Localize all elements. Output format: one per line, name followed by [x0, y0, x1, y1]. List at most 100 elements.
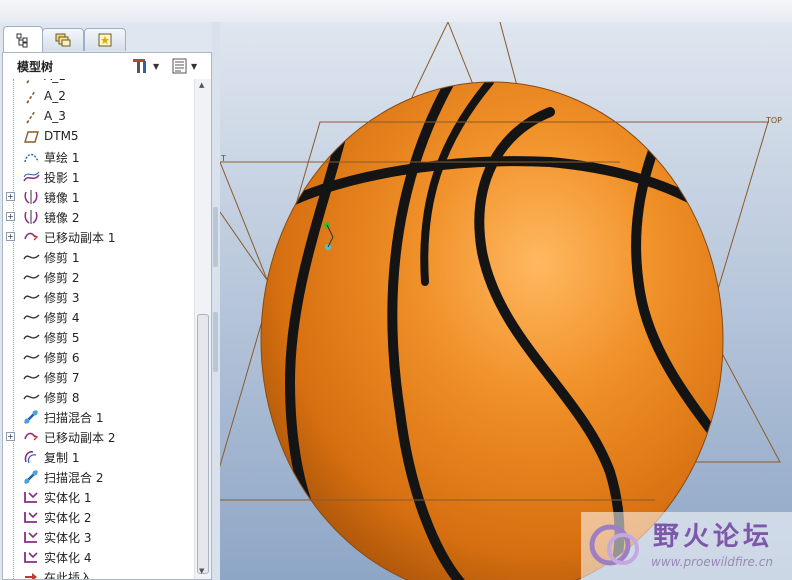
tree-list: A_1 A_2 A_3 DTM5 草绘 1 投影 1 + 镜像 1 + 镜像 2 + 已移动副本 1 修…	[3, 79, 193, 580]
tree-item-label: 已移动副本 1	[44, 231, 116, 245]
panel-splitter[interactable]	[212, 22, 220, 580]
moved-copy-icon	[23, 229, 40, 245]
tree-item[interactable]: + 已移动副本 2	[3, 427, 193, 447]
tree-item[interactable]: 修剪 5	[3, 327, 193, 347]
trim-icon	[23, 269, 40, 285]
projection-icon	[23, 169, 40, 185]
tree-item[interactable]: A_1	[3, 79, 193, 87]
tree-item-label: 修剪 2	[44, 271, 80, 285]
chevron-down-icon: ▼	[153, 61, 160, 71]
tree-item-label: 镜像 2	[44, 211, 80, 225]
trim-icon	[23, 329, 40, 345]
swept-blend-icon	[23, 469, 40, 485]
tree-item[interactable]: 实体化 3	[3, 527, 193, 547]
expand-toggle-icon[interactable]: +	[6, 232, 15, 241]
tree-item-label: 镜像 1	[44, 191, 80, 205]
trim-icon	[23, 349, 40, 365]
tree-item[interactable]: 实体化 2	[3, 507, 193, 527]
trim-icon	[23, 309, 40, 325]
tree-item[interactable]: 修剪 6	[3, 347, 193, 367]
watermark-title: 野火论坛	[653, 522, 774, 552]
favorites-icon	[98, 33, 112, 47]
expand-toggle-icon[interactable]: +	[6, 432, 15, 441]
tree-item[interactable]: 修剪 2	[3, 267, 193, 287]
tab-layers[interactable]	[42, 28, 84, 51]
axis-icon	[23, 109, 40, 125]
tree-item[interactable]: 修剪 3	[3, 287, 193, 307]
tree-item[interactable]: 扫描混合 1	[3, 407, 193, 427]
expand-toggle-icon[interactable]: +	[6, 212, 15, 221]
plane-label-top: TOP	[766, 116, 783, 125]
tree-item-label: 投影 1	[44, 171, 80, 185]
tree-item-label: A_1	[44, 79, 66, 83]
axis-icon	[23, 89, 40, 105]
tree-show-button[interactable]: ▼	[171, 56, 197, 76]
tree-item-label: 草绘 1	[44, 151, 80, 165]
tree-item-label: 修剪 8	[44, 391, 80, 405]
tab-favorites[interactable]	[84, 28, 126, 51]
watermark-logo-icon	[589, 524, 639, 566]
tree-item[interactable]: A_3	[3, 107, 193, 127]
tree-item[interactable]: + 镜像 1	[3, 187, 193, 207]
tree-item[interactable]: 在此插入	[3, 567, 193, 580]
model-tree-header: 模型树 ▼ ▼	[2, 52, 212, 80]
model-tree: A_1 A_2 A_3 DTM5 草绘 1 投影 1 + 镜像 1 + 镜像 2 + 已移动副本 1 修…	[2, 79, 212, 580]
tree-item-label: 实体化 1	[44, 491, 92, 505]
tree-item[interactable]: + 镜像 2	[3, 207, 193, 227]
model-tree-icon	[16, 33, 28, 47]
tree-item[interactable]: 修剪 8	[3, 387, 193, 407]
mirror-icon	[23, 189, 40, 205]
tree-item[interactable]: 修剪 1	[3, 247, 193, 267]
tools-icon	[133, 59, 146, 73]
tree-item-label: 扫描混合 1	[44, 411, 104, 425]
tree-scrollbar[interactable]: ▲ ▼	[194, 79, 211, 579]
tree-item[interactable]: + 已移动副本 1	[3, 227, 193, 247]
trim-icon	[23, 289, 40, 305]
top-toolbar-strip	[0, 0, 792, 23]
axis-icon	[23, 79, 40, 85]
tree-item-label: DTM5	[44, 129, 79, 143]
tree-item-label: 在此插入	[44, 571, 93, 580]
expand-toggle-icon[interactable]: +	[6, 192, 15, 201]
scroll-down-icon[interactable]: ▼	[199, 567, 204, 575]
tree-item[interactable]: 复制 1	[3, 447, 193, 467]
tree-item[interactable]: 修剪 4	[3, 307, 193, 327]
panel-title: 模型树	[17, 60, 54, 74]
tree-item-label: 实体化 4	[44, 551, 92, 565]
copy-icon	[23, 449, 40, 465]
tree-item[interactable]: 草绘 1	[3, 147, 193, 167]
tree-item[interactable]: 修剪 7	[3, 367, 193, 387]
tree-item[interactable]: 实体化 1	[3, 487, 193, 507]
tree-item-label: 修剪 3	[44, 291, 80, 305]
tree-item-label: 扫描混合 2	[44, 471, 104, 485]
plane-label-t: T	[221, 154, 226, 163]
scrollbar-thumb[interactable]	[197, 314, 209, 574]
tree-settings-button[interactable]: ▼	[131, 56, 159, 76]
navigator-panel: 模型树 ▼ ▼ A_1A_2A_3DTM5草绘 1投影 1+镜像 1+镜像 2+…	[0, 22, 213, 580]
tree-item-label: 实体化 2	[44, 511, 92, 525]
tree-item-label: A_3	[44, 109, 66, 123]
tree-item[interactable]: 扫描混合 2	[3, 467, 193, 487]
tree-item-label: 修剪 6	[44, 351, 80, 365]
tree-item[interactable]: DTM5	[3, 127, 193, 147]
tab-model-tree[interactable]	[3, 26, 43, 52]
scroll-up-icon[interactable]: ▲	[199, 81, 204, 89]
splitter-grip[interactable]	[213, 312, 218, 372]
watermark: 野火论坛 www.proewildfire.cn	[581, 512, 792, 580]
tree-item[interactable]: 投影 1	[3, 167, 193, 187]
tree-item-label: 复制 1	[44, 451, 80, 465]
tree-item-label: 修剪 5	[44, 331, 80, 345]
splitter-grip[interactable]	[213, 207, 218, 267]
insert-here-icon	[23, 569, 40, 579]
sketch-icon	[23, 149, 40, 165]
tree-item[interactable]: A_2	[3, 87, 193, 107]
tree-item-label: A_2	[44, 89, 66, 103]
graphics-window[interactable]: TOP T	[220, 22, 792, 580]
tree-item-label: 修剪 4	[44, 311, 80, 325]
tree-item[interactable]: 实体化 4	[3, 547, 193, 567]
trim-icon	[23, 389, 40, 405]
list-settings-icon	[172, 58, 187, 74]
datum-plane-icon	[23, 129, 40, 145]
watermark-url: www.proewildfire.cn	[651, 555, 773, 569]
tree-item-label: 修剪 7	[44, 371, 80, 385]
